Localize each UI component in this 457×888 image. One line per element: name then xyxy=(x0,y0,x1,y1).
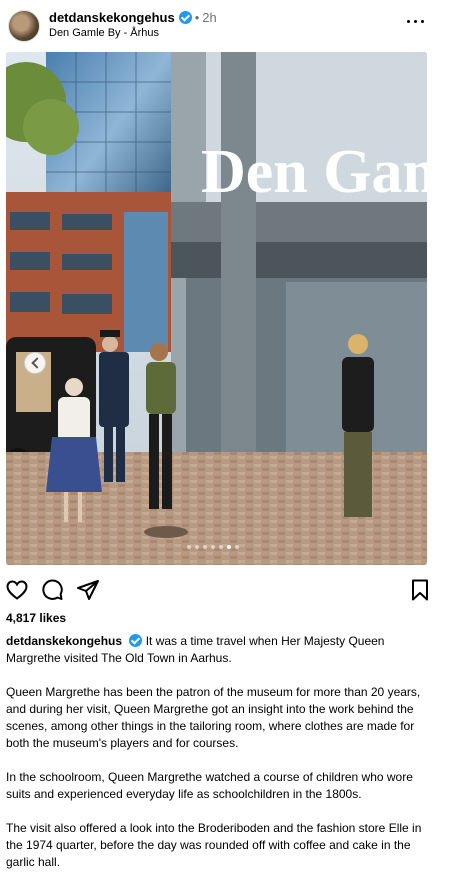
post-actions xyxy=(0,576,457,604)
carousel-dot xyxy=(219,545,223,549)
avatar[interactable] xyxy=(8,10,40,42)
post-header: detdanskekongehus • 2h Den Gamle By - Århu… xyxy=(0,0,457,50)
heart-icon[interactable] xyxy=(5,578,29,602)
post-username[interactable]: detdanskekongehus xyxy=(49,10,175,25)
caption-username[interactable]: detdanskekongehus xyxy=(6,634,122,648)
verified-badge-icon xyxy=(178,11,192,24)
carousel-dot xyxy=(187,545,191,549)
post-photo[interactable]: Den Gaml xyxy=(6,52,427,565)
bookmark-icon[interactable] xyxy=(408,578,432,602)
building-sign: Den Gaml xyxy=(201,138,427,206)
carousel-dot xyxy=(203,545,207,549)
photo-scene: Den Gaml xyxy=(6,52,427,565)
caption-paragraph: Queen Margrethe has been the patron of t… xyxy=(6,685,421,750)
verified-badge-icon xyxy=(129,634,143,647)
caption-paragraph: In the schoolroom, Queen Margrethe watch… xyxy=(6,770,413,801)
carousel-dot xyxy=(195,545,199,549)
caption-paragraph: The visit also offered a look into the B… xyxy=(6,821,422,869)
post-caption: detdanskekongehus It was a time travel w… xyxy=(6,633,431,888)
comment-icon[interactable] xyxy=(40,578,64,602)
like-count[interactable]: 4,817 likes xyxy=(6,611,66,625)
post-time[interactable]: 2h xyxy=(202,10,216,25)
carousel-dot xyxy=(235,545,239,549)
send-icon[interactable] xyxy=(76,578,100,602)
chevron-left-icon[interactable] xyxy=(24,352,46,374)
separator: • xyxy=(194,10,200,25)
caption-intro: detdanskekongehus It was a time travel w… xyxy=(6,633,431,667)
carousel-dot xyxy=(227,545,231,549)
carousel-dot xyxy=(211,545,215,549)
post-location[interactable]: Den Gamle By - Århus xyxy=(49,27,159,39)
more-options-icon[interactable] xyxy=(407,14,427,28)
post-username-row: detdanskekongehus • 2h xyxy=(49,10,217,25)
carousel-dots xyxy=(187,545,239,551)
